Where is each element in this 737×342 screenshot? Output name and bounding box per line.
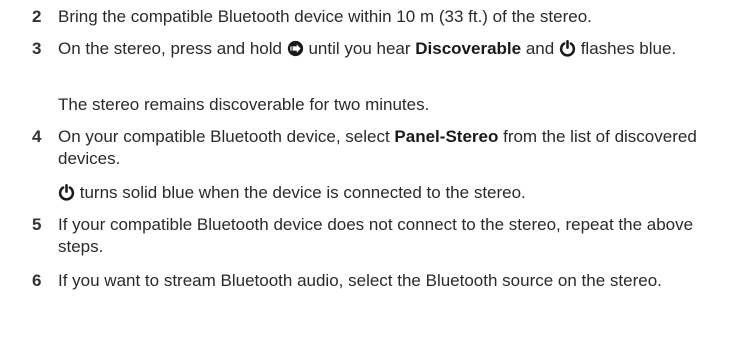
step-text-part: On your compatible Bluetooth device, sel… [58, 127, 390, 146]
step-3-note: The stereo remains discoverable for two … [58, 95, 430, 114]
step-text: On the stereo, press and hold until you … [58, 38, 718, 60]
step-number: 5 [32, 215, 42, 234]
panel-stereo-label: Panel-Stereo [394, 127, 499, 146]
step-text: If you want to stream Bluetooth audio, s… [58, 271, 662, 290]
discoverable-label: Discoverable [415, 39, 522, 58]
step-text-part: until you hear [308, 39, 411, 58]
step-number: 6 [32, 271, 42, 290]
step-number: 2 [32, 7, 42, 26]
step-note-text: turns solid blue when the device is conn… [79, 183, 526, 202]
step-number: 4 [32, 127, 42, 146]
step-text-part: flashes blue. [580, 39, 677, 58]
power-icon [559, 40, 576, 57]
step-text-part: On the stereo, press and hold [58, 39, 282, 58]
step-text: Bring the compatible Bluetooth device wi… [58, 7, 592, 26]
step-4-note: turns solid blue when the device is conn… [58, 182, 718, 204]
step-text: If your compatible Bluetooth device does… [58, 215, 694, 256]
step-text-part: and [525, 39, 555, 58]
source-arrow-icon [287, 40, 304, 57]
power-icon [58, 184, 75, 201]
step-text: On your compatible Bluetooth device, sel… [58, 126, 718, 170]
step-number: 3 [32, 39, 42, 58]
